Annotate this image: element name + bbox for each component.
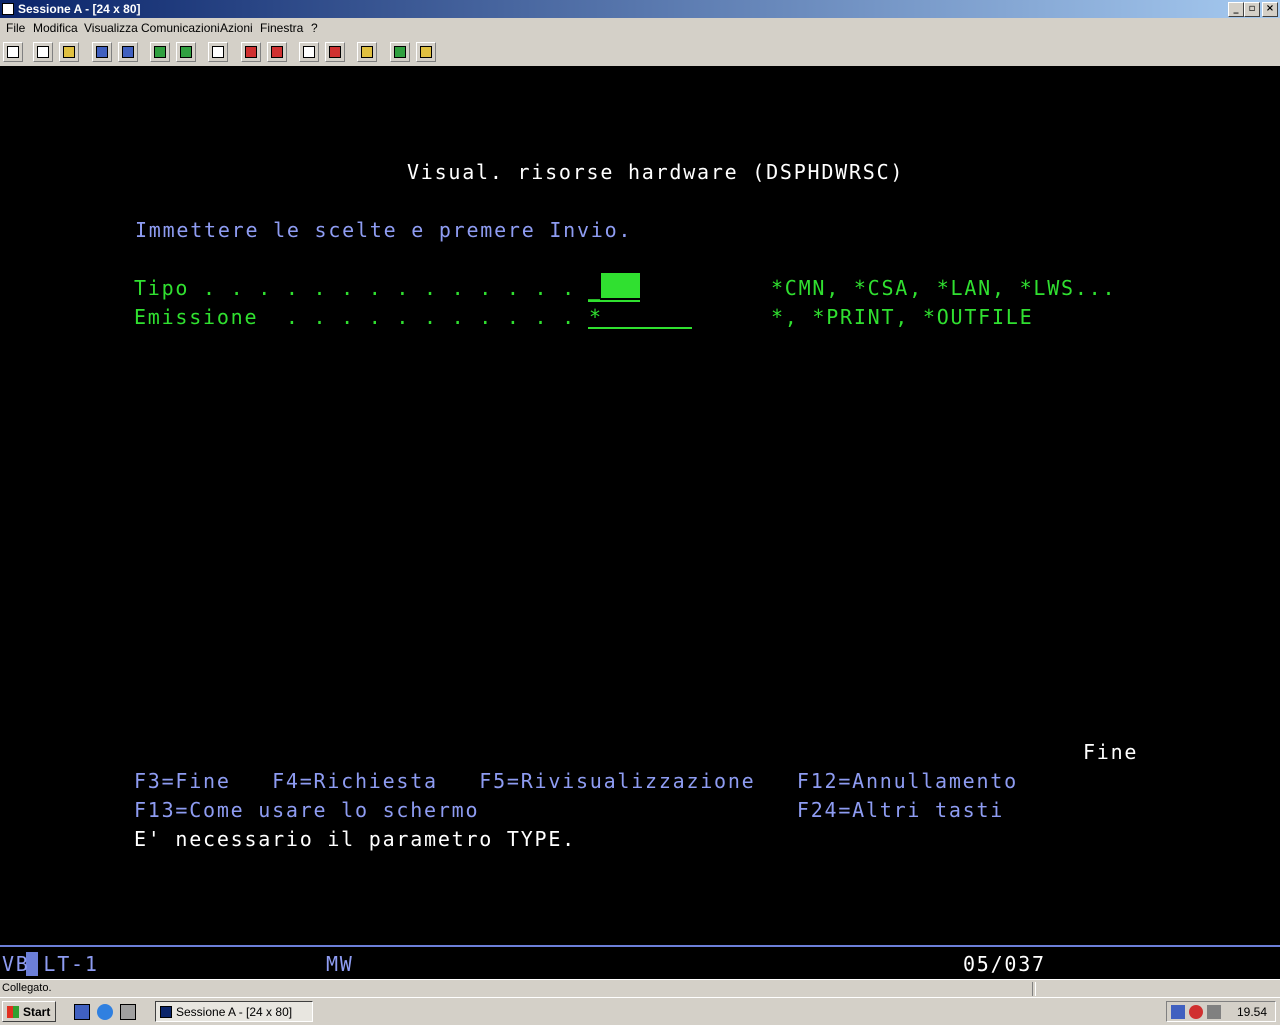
- connection-status: Collegato.: [2, 982, 52, 994]
- internet-explorer-icon[interactable]: [97, 1004, 113, 1020]
- menu-modifica[interactable]: Modifica: [33, 21, 78, 35]
- taskbar-item-label: Sessione A - [24 x 80]: [176, 1005, 293, 1019]
- menu-help[interactable]: ?: [311, 21, 318, 35]
- window-title-bar[interactable]: Sessione A - [24 x 80] _ ▫ ×: [0, 0, 1280, 18]
- quicklaunch-app-icon[interactable]: [120, 1004, 136, 1020]
- taskbar-item-sessione-a[interactable]: Sessione A - [24 x 80]: [155, 1001, 313, 1022]
- show-desktop-icon[interactable]: [74, 1004, 90, 1020]
- menu-bar: File Modifica Visualizza Comunicazioni A…: [0, 18, 1280, 38]
- function-keys-line-1[interactable]: F3=Fine F4=Richiesta F5=Rivisualizzazion…: [134, 769, 1018, 793]
- menu-visualizza[interactable]: Visualizza: [84, 21, 138, 35]
- system-tray: 19.54: [1166, 1001, 1276, 1022]
- close-button[interactable]: ×: [1262, 2, 1278, 17]
- clock: 19.54: [1236, 1005, 1267, 1019]
- menu-file[interactable]: File: [6, 21, 25, 35]
- macro-record-button[interactable]: [241, 42, 261, 62]
- record-icon: [245, 46, 257, 58]
- edit-icon: [329, 46, 341, 58]
- network-icon[interactable]: [1171, 1005, 1185, 1019]
- globe-icon: [394, 46, 406, 58]
- field-emissione-input[interactable]: [588, 302, 692, 329]
- play-icon: [303, 46, 315, 58]
- start-label: Start: [23, 1005, 51, 1019]
- start-button[interactable]: Start: [2, 1001, 56, 1022]
- operator-info-area: VB LT-1 MW 05/037: [0, 947, 1280, 979]
- macro-stop-button[interactable]: [267, 42, 287, 62]
- paste-button[interactable]: [59, 42, 79, 62]
- receive-file-icon: [122, 46, 134, 58]
- copy-icon: [37, 46, 49, 58]
- screen-icon: [7, 46, 19, 58]
- volume-icon[interactable]: [1207, 1005, 1221, 1019]
- taskbar: Start Sessione A - [24 x 80] 19.54: [0, 997, 1280, 1025]
- menu-finestra[interactable]: Finestra: [260, 21, 303, 35]
- oia-status: VB LT-1: [2, 952, 99, 976]
- setup-icon: [212, 46, 224, 58]
- field-tipo-input[interactable]: [588, 273, 640, 302]
- screen-title: Visual. risorse hardware (DSPHDWRSC): [407, 160, 905, 184]
- restore-button[interactable]: ▫: [1244, 2, 1260, 17]
- clipboard-icon: [361, 46, 373, 58]
- window-title: Sessione A - [24 x 80]: [18, 2, 141, 16]
- status-separator: [1032, 982, 1036, 996]
- minimize-button[interactable]: _: [1228, 2, 1244, 17]
- instruction-text: Immettere le scelte e premere Invio.: [135, 218, 633, 242]
- keyboard-icon: [180, 46, 192, 58]
- print-screen-button[interactable]: [3, 42, 23, 62]
- more-indicator: Fine: [1083, 740, 1139, 764]
- field-hint-emissione: *, *PRINT, *OUTFILE: [771, 305, 1034, 329]
- send-file-button[interactable]: [92, 42, 112, 62]
- menu-comunicazioni[interactable]: Comunicazioni: [141, 21, 220, 35]
- status-bar: Collegato.: [0, 979, 1280, 998]
- field-label-emissione: Emissione . . . . . . . . . . .: [134, 305, 576, 329]
- web-button[interactable]: [390, 42, 410, 62]
- help-button[interactable]: [416, 42, 436, 62]
- copy-button[interactable]: [33, 42, 53, 62]
- macro-edit-button[interactable]: [325, 42, 345, 62]
- display-icon: [154, 46, 166, 58]
- field-label-tipo: Tipo . . . . . . . . . . . . . .: [134, 276, 576, 300]
- error-message: E' necessario il parametro TYPE.: [134, 827, 576, 851]
- app-icon[interactable]: [2, 3, 14, 15]
- function-keys-line-2[interactable]: F13=Come usare lo schermo F24=Altri tast…: [134, 798, 1004, 822]
- receive-file-button[interactable]: [118, 42, 138, 62]
- oia-mode: MW: [326, 952, 354, 976]
- field-hint-tipo: *CMN, *CSA, *LAN, *LWS...: [771, 276, 1117, 300]
- clipboard-button[interactable]: [357, 42, 377, 62]
- session-icon: [160, 1006, 172, 1018]
- display-button[interactable]: [150, 42, 170, 62]
- keyboard-map-button[interactable]: [176, 42, 196, 62]
- send-file-icon: [96, 46, 108, 58]
- help-icon: [420, 46, 432, 58]
- menu-azioni[interactable]: Azioni: [220, 21, 253, 35]
- macro-play-button[interactable]: [299, 42, 319, 62]
- setup-button[interactable]: [208, 42, 228, 62]
- paste-icon: [63, 46, 75, 58]
- toolbar: [0, 38, 1280, 67]
- antivirus-icon[interactable]: [1189, 1005, 1203, 1019]
- stop-icon: [271, 46, 283, 58]
- windows-logo-icon: [7, 1006, 19, 1018]
- oia-cursor-position: 05/037: [963, 952, 1046, 976]
